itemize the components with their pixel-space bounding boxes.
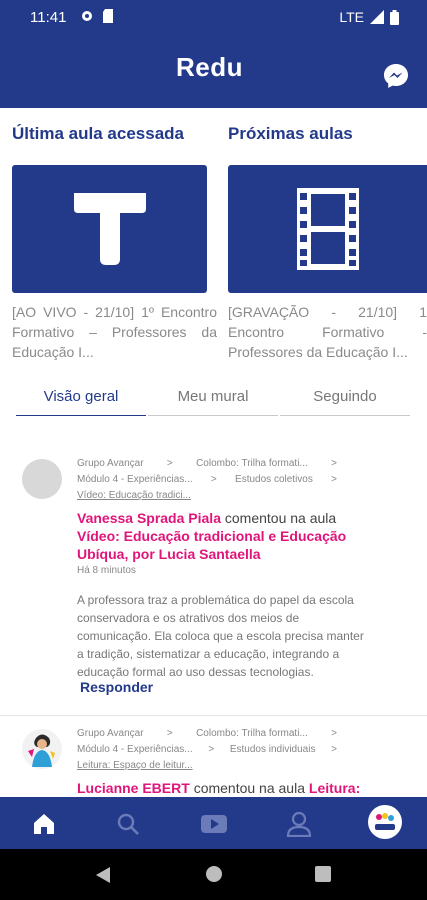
status-time: 11:41 xyxy=(30,9,67,26)
crumb-group[interactable]: Grupo Avançar xyxy=(77,726,144,742)
tab-my-wall[interactable]: Meu mural xyxy=(148,384,278,416)
film-icon xyxy=(296,188,359,270)
home-icon xyxy=(34,814,54,834)
nav-profile[interactable] xyxy=(285,811,313,837)
crumb-separator: > xyxy=(331,744,337,755)
app-header: Redu xyxy=(0,34,427,108)
post-time: Há 8 minutos xyxy=(77,565,136,576)
activity-action: comentou na aula xyxy=(193,780,305,796)
tab-following[interactable]: Seguindo xyxy=(280,384,410,416)
avatar[interactable] xyxy=(22,459,62,499)
back-icon[interactable] xyxy=(95,866,111,884)
nav-search[interactable] xyxy=(114,811,142,837)
redu-avatar-icon xyxy=(375,813,395,830)
crumb-separator: > xyxy=(208,744,215,755)
crumb-course[interactable]: Colombo: Trilha formati... xyxy=(196,726,308,742)
lesson-link[interactable]: Leitura: xyxy=(309,780,360,796)
crumb-separator: > xyxy=(166,458,173,469)
last-class-caption[interactable]: [AO VIVO - 21/10] 1º Encontro Formativo … xyxy=(12,302,217,362)
post-excerpt: A professora traz a problemática do pape… xyxy=(77,593,364,679)
crumb-separator: > xyxy=(331,458,337,469)
avatar[interactable] xyxy=(22,729,62,769)
sim-card-icon xyxy=(103,9,113,23)
reply-button[interactable]: Responder xyxy=(80,679,153,695)
search-icon xyxy=(117,813,139,835)
system-nav-bar xyxy=(0,849,427,900)
breadcrumb: Grupo Avançar > Colombo: Trilha formati...… xyxy=(77,726,337,774)
crumb-lesson[interactable]: Vídeo: Educação tradici... xyxy=(77,488,191,504)
feed-tabs: Visão geral Meu mural Seguindo xyxy=(16,384,412,416)
status-bar: 11:41 LTE xyxy=(0,0,427,34)
crumb-group[interactable]: Grupo Avançar xyxy=(77,456,144,472)
next-classes-title: Próximas aulas xyxy=(228,124,353,143)
crumb-subject[interactable]: Estudos coletivos xyxy=(235,472,313,488)
last-class-title: Última aula acessada xyxy=(12,124,184,143)
activity-action: comentou na aula xyxy=(224,510,337,526)
crumb-subject[interactable]: Estudos individuais xyxy=(230,742,316,758)
video-icon xyxy=(201,815,227,833)
home-circle-icon[interactable] xyxy=(205,865,223,883)
crumb-separator: > xyxy=(166,728,173,739)
crumb-module[interactable]: Módulo 4 - Experiências... xyxy=(77,472,193,488)
next-class-caption[interactable]: [GRAVAÇÃO - 21/10] 1 Encontro Formativo … xyxy=(228,302,427,362)
activity-text: Lucianne EBERT comentou na aula Leitura: xyxy=(77,779,367,797)
crumb-lesson[interactable]: Leitura: Espaço de leitur... xyxy=(77,758,193,774)
breadcrumb: Grupo Avançar > Colombo: Trilha formati...… xyxy=(77,456,337,504)
post-divider xyxy=(0,715,427,716)
nav-redu-avatar[interactable] xyxy=(368,805,402,839)
nav-video[interactable] xyxy=(200,811,228,837)
profile-icon xyxy=(286,811,312,837)
redu-logo: Redu xyxy=(176,52,243,82)
activity-text: Vanessa Sprada Piala comentou na aula Ví… xyxy=(77,509,367,563)
bottom-nav xyxy=(0,797,427,849)
signal-icon xyxy=(370,10,384,24)
last-class-card[interactable] xyxy=(12,165,207,293)
author-link[interactable]: Vanessa Sprada Piala xyxy=(77,510,221,526)
crumb-separator: > xyxy=(331,728,337,739)
author-link[interactable]: Lucianne EBERT xyxy=(77,780,190,796)
settings-icon xyxy=(82,11,92,21)
recents-icon[interactable] xyxy=(315,866,331,882)
crumb-separator: > xyxy=(210,474,217,485)
text-icon xyxy=(73,193,146,265)
nav-home[interactable] xyxy=(30,811,58,837)
next-class-card[interactable] xyxy=(228,165,427,293)
crumb-course[interactable]: Colombo: Trilha formati... xyxy=(196,456,308,472)
crumb-separator: > xyxy=(331,474,337,485)
crumb-module[interactable]: Módulo 4 - Experiências... xyxy=(77,742,193,758)
messenger-icon[interactable] xyxy=(382,62,410,90)
network-label: LTE xyxy=(339,9,364,25)
battery-icon xyxy=(390,9,399,25)
tab-overview[interactable]: Visão geral xyxy=(16,384,146,416)
lesson-link[interactable]: Vídeo: Educação tradicional e Educação U… xyxy=(77,528,346,562)
